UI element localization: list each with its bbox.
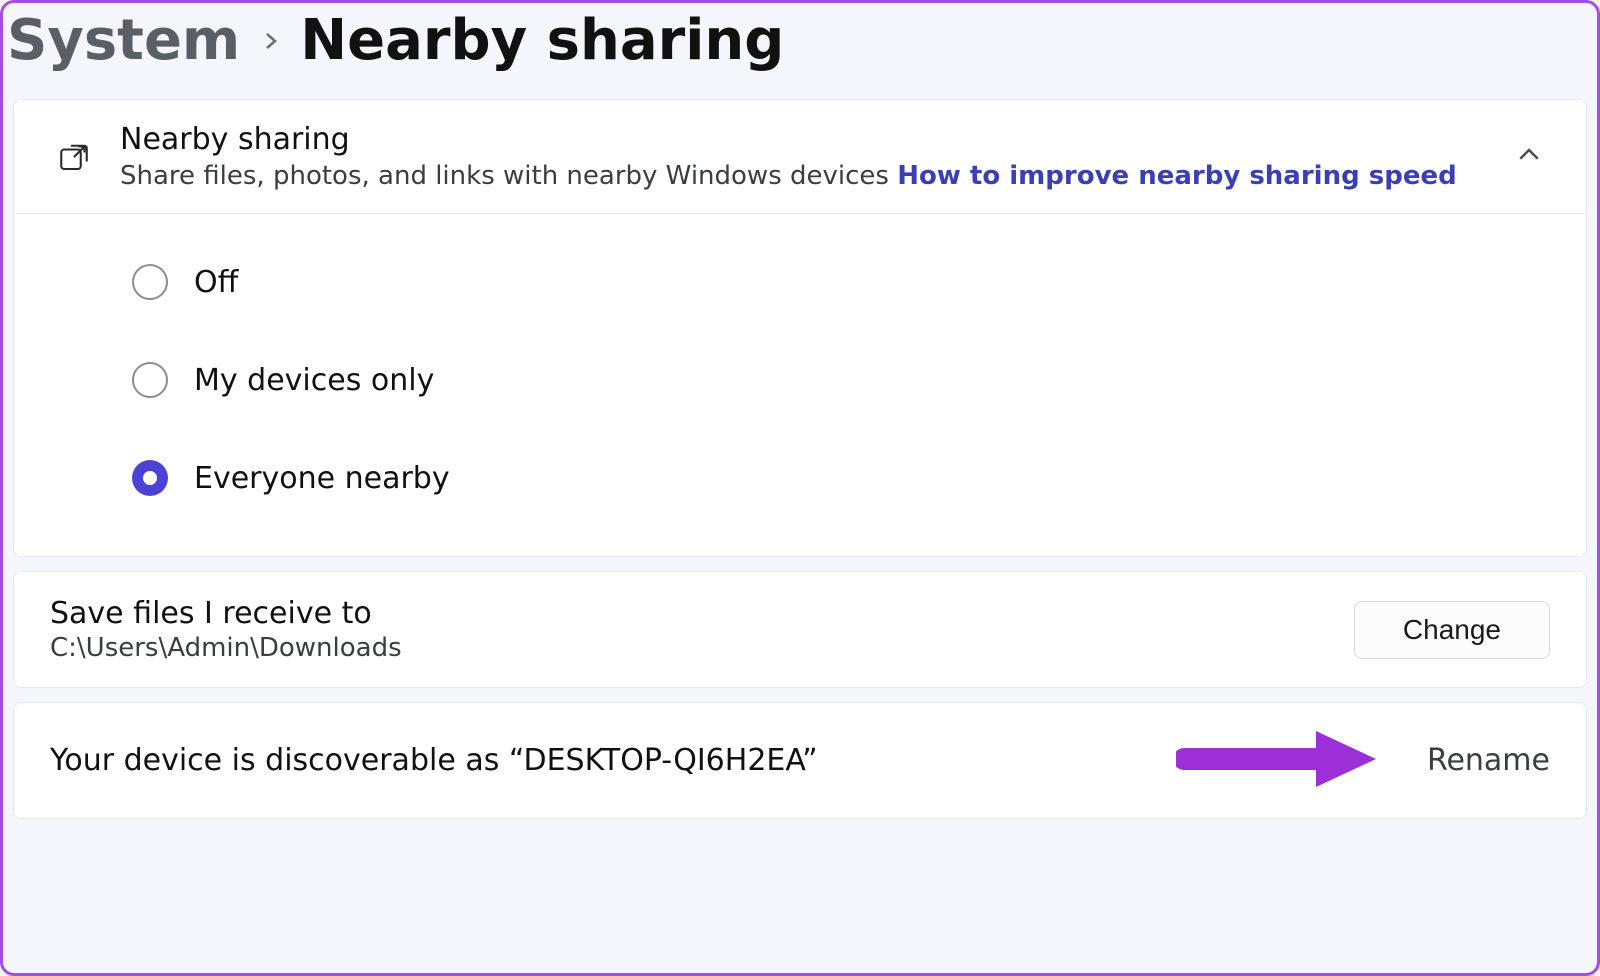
- expander-title: Nearby sharing: [120, 122, 1486, 157]
- save-files-path: C:\Users\Admin\Downloads: [50, 633, 402, 663]
- radio-indicator: [132, 264, 168, 300]
- breadcrumb-root[interactable]: System: [7, 13, 240, 69]
- share-icon: [56, 137, 92, 177]
- change-button[interactable]: Change: [1354, 601, 1550, 659]
- radio-indicator: [132, 460, 168, 496]
- chevron-right-icon: [258, 27, 282, 55]
- discoverable-text: Your device is discoverable as “DESKTOP-…: [50, 743, 818, 778]
- sharing-mode-radio-group: Off My devices only Everyone nearby: [14, 214, 1586, 556]
- radio-indicator: [132, 362, 168, 398]
- radio-label: My devices only: [194, 363, 434, 398]
- breadcrumb-current: Nearby sharing: [300, 13, 784, 69]
- radio-my-devices-only[interactable]: My devices only: [132, 362, 1544, 398]
- radio-off[interactable]: Off: [132, 264, 1544, 300]
- nearby-sharing-card: Nearby sharing Share files, photos, and …: [13, 99, 1587, 557]
- breadcrumb: System Nearby sharing: [3, 3, 1597, 99]
- rename-link[interactable]: Rename: [1427, 743, 1550, 778]
- discoverable-row: Your device is discoverable as “DESKTOP-…: [13, 702, 1587, 819]
- annotation-arrow-icon: [1176, 723, 1386, 799]
- save-files-row: Save files I receive to C:\Users\Admin\D…: [13, 571, 1587, 688]
- expander-subtitle: Share files, photos, and links with near…: [120, 161, 1486, 191]
- improve-speed-link[interactable]: How to improve nearby sharing speed: [897, 161, 1457, 191]
- radio-label: Off: [194, 265, 238, 300]
- save-files-title: Save files I receive to: [50, 596, 402, 631]
- expander-subtitle-text: Share files, photos, and links with near…: [120, 161, 897, 191]
- chevron-up-icon: [1514, 140, 1544, 174]
- nearby-sharing-expander-header[interactable]: Nearby sharing Share files, photos, and …: [14, 100, 1586, 214]
- radio-label: Everyone nearby: [194, 461, 450, 496]
- radio-everyone-nearby[interactable]: Everyone nearby: [132, 460, 1544, 496]
